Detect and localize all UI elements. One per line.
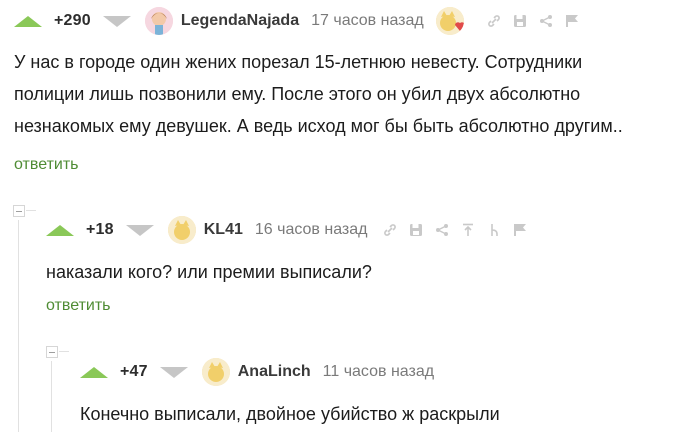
reply-link[interactable]: ответить [14,156,79,174]
avatar[interactable] [144,7,173,35]
branch-line[interactable] [51,361,52,432]
avatar-girl-icon [144,7,173,35]
comment-actions [486,13,580,29]
rating: +18 [86,221,114,238]
avatar-placeholder-icon [167,216,196,244]
upvote-button[interactable] [14,15,42,27]
branch-connector [26,210,36,211]
link-icon[interactable] [382,222,398,238]
avatar[interactable] [167,216,196,244]
cat-heart-icon [435,7,464,35]
comment-3-header: +47 AnaLinch 11 часов назад [80,357,434,387]
rating: +290 [54,12,91,29]
share-icon[interactable] [538,13,554,29]
save-icon[interactable] [408,222,424,238]
avatar-placeholder-icon [201,358,230,386]
comment-1-text: У нас в городе один жених порезал 15-лет… [14,46,694,142]
rating: +47 [120,363,148,380]
save-icon[interactable] [512,13,528,29]
text-line: полиции лишь позвонили ему. После этого … [14,84,581,104]
author-badge [435,7,464,35]
link-icon[interactable] [486,13,502,29]
branch-connector [59,351,69,352]
downvote-button[interactable] [159,366,188,378]
comment-2-text: наказали кого? или премии выписали? [46,262,372,282]
upvote-button[interactable] [80,366,108,378]
to-branch-icon[interactable] [486,222,502,238]
timestamp[interactable]: 17 часов назад [311,12,424,30]
branch-line[interactable] [18,220,19,432]
comment-1-header: +290 LegendaNajada 17 часов назад [14,6,580,36]
flag-icon[interactable] [512,222,528,238]
flag-icon[interactable] [564,13,580,29]
comment-actions [382,222,528,238]
timestamp[interactable]: 16 часов назад [255,221,368,239]
downvote-button[interactable] [125,224,154,236]
username[interactable]: AnaLinch [238,363,311,381]
upvote-button[interactable] [46,224,74,236]
downvote-button[interactable] [102,15,131,27]
text-line: незнакомых ему девушек. А ведь исход мог… [14,116,623,136]
branch-collapse-toggle[interactable] [46,346,58,358]
to-parent-icon[interactable] [460,222,476,238]
comment-2-header: +18 KL41 16 часов назад [46,215,528,245]
avatar[interactable] [201,358,230,386]
reply-link[interactable]: ответить [46,297,111,315]
username[interactable]: LegendaNajada [181,12,299,30]
username[interactable]: KL41 [204,221,243,239]
timestamp[interactable]: 11 часов назад [323,363,434,381]
branch-collapse-toggle[interactable] [13,205,25,217]
share-icon[interactable] [434,222,450,238]
text-line: У нас в городе один жених порезал 15-лет… [14,52,583,72]
comment-3-text: Конечно выписали, двойное убийство ж рас… [80,404,500,424]
